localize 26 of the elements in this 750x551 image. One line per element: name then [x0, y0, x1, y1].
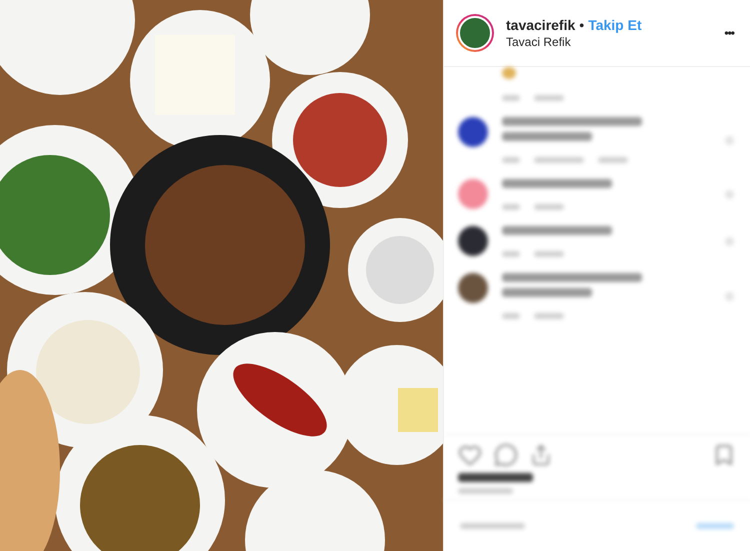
commenter-avatar[interactable]	[458, 273, 488, 303]
comment-icon[interactable]	[494, 443, 518, 467]
blurred-text	[534, 313, 564, 319]
username[interactable]: tavacirefik	[506, 17, 576, 33]
blurred-text	[502, 251, 520, 257]
more-button[interactable]: •••	[724, 26, 734, 40]
blurred-text	[696, 523, 734, 529]
share-icon[interactable]	[530, 444, 552, 466]
blurred-emoji	[502, 67, 516, 79]
blurred-text	[534, 251, 564, 257]
blurred-text	[534, 95, 564, 101]
location-label[interactable]: Tavaci Refik	[506, 35, 712, 49]
commenter-avatar[interactable]	[458, 226, 488, 256]
blurred-text	[502, 157, 520, 163]
blurred-text	[502, 204, 520, 210]
blurred-text	[458, 488, 513, 494]
blurred-text	[598, 157, 628, 163]
blurred-text	[534, 157, 584, 163]
profile-avatar[interactable]	[456, 14, 494, 52]
blurred-text	[502, 313, 520, 319]
commenter-avatar[interactable]	[458, 117, 488, 147]
blurred-text	[534, 204, 564, 210]
blurred-text	[502, 95, 520, 101]
heart-icon[interactable]	[458, 443, 482, 467]
separator-dot: •	[579, 17, 584, 33]
comment-field[interactable]	[460, 523, 525, 529]
